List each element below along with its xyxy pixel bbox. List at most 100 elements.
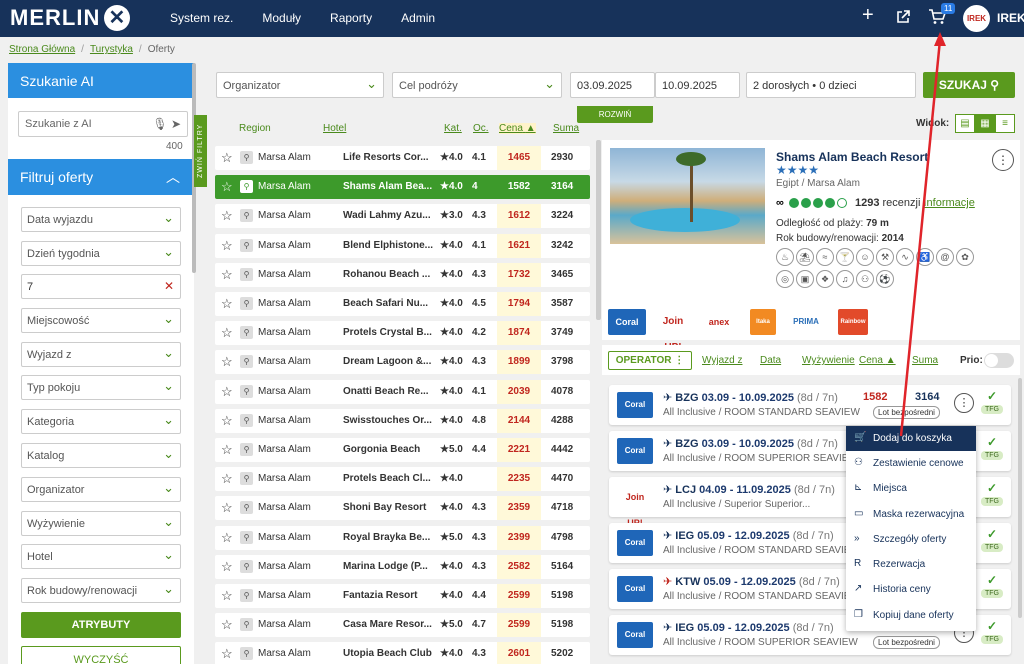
search-icon[interactable]: ⚲ (240, 413, 253, 427)
sort-data[interactable]: Data (760, 355, 781, 366)
filter-rok-budowy[interactable]: Rok budowy/renowacji ⌄ (21, 578, 181, 603)
search-icon[interactable]: ⚲ (240, 559, 253, 573)
offer-more-icon[interactable]: ⋮ (954, 393, 974, 413)
offers-scrollbar[interactable] (1018, 378, 1022, 618)
row-hotel[interactable]: Protels Beach Cl... (343, 473, 435, 484)
row-hotel[interactable]: Protels Crystal B... (343, 327, 435, 338)
external-link-icon[interactable] (895, 9, 911, 29)
operator-logo-joinup[interactable]: Join UP! (654, 309, 692, 353)
nav-raporty[interactable]: Raporty (330, 11, 372, 25)
row-hotel[interactable]: Royal Brayka Be... (343, 532, 435, 543)
row-hotel[interactable]: Blend Elphistone... (343, 240, 435, 251)
ai-search-input[interactable]: Szukanie z AI 🎙 ➤ (18, 111, 188, 137)
row-hotel[interactable]: Marina Lodge (P... (343, 561, 435, 572)
search-icon[interactable]: ⚲ (240, 326, 253, 340)
view-grid-icon[interactable]: ▦ (975, 114, 995, 133)
hotel-row[interactable]: ☆ ⚲ Marsa Alam Beach Safari Nu... ★4.0 4.5 179… (215, 292, 590, 316)
menu-copy-offer[interactable]: ❐ Kopiuj dane oferty (846, 603, 976, 628)
menu-price-summary[interactable]: ⚇ Zestawienie cenowe (846, 451, 976, 476)
col-region[interactable]: Region (239, 123, 271, 134)
nav-system-rez[interactable]: System rez. (170, 11, 233, 25)
row-hotel[interactable]: Utopia Beach Club (343, 648, 435, 659)
favorite-star-icon[interactable]: ☆ (221, 471, 233, 487)
hotel-row[interactable]: ☆ ⚲ Marsa Alam Rohanou Beach ... ★4.0 4.3 1732… (215, 262, 590, 287)
expand-button[interactable]: ROZWIŃ (577, 106, 653, 123)
favorite-star-icon[interactable]: ☆ (221, 617, 233, 633)
operator-filter-button[interactable]: OPERATOR ⋮ (608, 351, 692, 370)
clear-filters-button[interactable]: WYCZYŚĆ (21, 646, 181, 664)
date-from-input[interactable]: 03.09.2025 (570, 72, 655, 98)
row-hotel[interactable]: Shoni Bay Resort (343, 502, 435, 513)
hotel-row[interactable]: ☆ ⚲ Marsa Alam Shams Alam Bea... ★4.0 4 1582 31… (215, 175, 590, 200)
hotel-row[interactable]: ☆ ⚲ Marsa Alam Wadi Lahmy Azu... ★3.0 4.3 1612… (215, 204, 590, 229)
menu-reservation[interactable]: R Rezerwacja (846, 552, 976, 577)
chevron-up-icon[interactable]: ︿ (166, 167, 180, 187)
organizer-select[interactable]: Organizator ⌄ (216, 72, 384, 98)
col-hotel[interactable]: Hotel (323, 123, 346, 134)
hotel-row[interactable]: ☆ ⚲ Marsa Alam Life Resorts Cor... ★4.0 4.1 14… (215, 146, 590, 170)
row-hotel[interactable]: Life Resorts Cor... (343, 152, 435, 163)
hotel-row[interactable]: ☆ ⚲ Marsa Alam Royal Brayka Be... ★5.0 4.3 239… (215, 525, 590, 550)
favorite-star-icon[interactable]: ☆ (221, 559, 233, 575)
clear-icon[interactable]: ✕ (164, 279, 174, 293)
row-hotel[interactable]: Swisstouches Or... (343, 415, 435, 426)
hotel-row[interactable]: ☆ ⚲ Marsa Alam Protels Crystal B... ★4.0 4.2 1… (215, 321, 590, 346)
hotel-row[interactable]: ☆ ⚲ Marsa Alam Dream Lagoon &... ★4.0 4.3 1899… (215, 350, 590, 375)
operator-logo-rainbow[interactable]: Rainbow (838, 309, 868, 335)
info-link[interactable]: Informacje (923, 197, 974, 209)
search-button[interactable]: SZUKAJ ⚲ (923, 72, 1015, 98)
send-icon[interactable]: ➤ (171, 117, 181, 131)
search-icon[interactable]: ⚲ (240, 209, 253, 223)
favorite-star-icon[interactable]: ☆ (221, 296, 233, 312)
filter-katalog[interactable]: Katalog ⌄ (21, 443, 181, 468)
col-kat[interactable]: Kat. (444, 123, 462, 134)
filter-header[interactable]: Filtruj oferty ︿ (8, 159, 194, 195)
search-icon[interactable]: ⚲ (240, 267, 253, 281)
breadcrumb-turystyka[interactable]: Turystyka (90, 44, 133, 55)
operator-logo-prima[interactable]: PRIMA (786, 309, 826, 335)
row-hotel[interactable]: Dream Lagoon &... (343, 356, 435, 367)
search-icon[interactable]: ⚲ (240, 443, 253, 456)
menu-booking-mask[interactable]: ▭ Maska rezerwacyjna (846, 502, 976, 527)
hotel-row[interactable]: ☆ ⚲ Marsa Alam Casa Mare Resor... ★5.0 4.7 259… (215, 613, 590, 638)
favorite-star-icon[interactable]: ☆ (221, 500, 233, 516)
favorite-star-icon[interactable]: ☆ (221, 325, 233, 341)
favorite-star-icon[interactable]: ☆ (221, 354, 233, 370)
row-hotel[interactable]: Shams Alam Bea... (343, 181, 435, 192)
filter-wyzywienie[interactable]: Wyżywienie ⌄ (21, 511, 181, 536)
view-compact-icon[interactable]: ≡ (995, 114, 1015, 133)
row-hotel[interactable]: Fantazia Resort (343, 590, 435, 601)
view-list-icon[interactable]: ▤ (955, 114, 975, 133)
menu-add-to-cart[interactable]: 🛒 Dodaj do koszyka (846, 426, 976, 451)
sort-wyjazd[interactable]: Wyjazd z (702, 355, 742, 366)
search-icon[interactable]: ⚲ (240, 530, 253, 544)
favorite-star-icon[interactable]: ☆ (221, 413, 233, 429)
row-hotel[interactable]: Wadi Lahmy Azu... (343, 210, 435, 221)
favorite-star-icon[interactable]: ☆ (221, 646, 233, 662)
sort-cena[interactable]: Cena ▲ (859, 355, 896, 366)
collapse-filters-button[interactable]: ZWIŃ FILTRY (194, 115, 207, 187)
hotel-row[interactable]: ☆ ⚲ Marsa Alam Shoni Bay Resort ★4.0 4.3 2359 4… (215, 496, 590, 521)
row-hotel[interactable]: Casa Mare Resor... (343, 619, 435, 630)
hotel-row[interactable]: ☆ ⚲ Marsa Alam Blend Elphistone... ★4.0 4.1 16… (215, 233, 590, 258)
row-hotel[interactable]: Rohanou Beach ... (343, 269, 435, 280)
row-hotel[interactable]: Beach Safari Nu... (343, 298, 435, 309)
filter-dzien-tygodnia[interactable]: Dzień tygodnia ⌄ (21, 241, 181, 266)
plus-icon[interactable]: + (862, 5, 874, 25)
menu-offer-details[interactable]: » Szczegóły oferty (846, 527, 976, 552)
row-hotel[interactable]: Gorgonia Beach (343, 444, 435, 455)
date-to-input[interactable]: 10.09.2025 (655, 72, 740, 98)
operator-logo-itaka[interactable]: Itaka (750, 309, 776, 335)
hotel-row[interactable]: ☆ ⚲ Marsa Alam Protels Beach Cl... ★4.0 2235 4… (215, 467, 590, 492)
filter-data-wyjazdu[interactable]: Data wyjazdu ⌄ (21, 207, 181, 232)
hotel-row[interactable]: ☆ ⚲ Marsa Alam Onatti Beach Re... ★4.0 4.1 203… (215, 379, 590, 404)
favorite-star-icon[interactable]: ☆ (221, 179, 233, 195)
avatar[interactable]: IREK (963, 5, 990, 32)
user-name[interactable]: IREK (997, 11, 1024, 25)
menu-price-history[interactable]: ↗ Historia ceny (846, 577, 976, 602)
favorite-star-icon[interactable]: ☆ (221, 267, 233, 283)
offer-row[interactable]: Coral ✈ BZG 03.09 - 10.09.2025 (8d / 7n) A… (609, 385, 1011, 425)
more-options-icon[interactable]: ⋮ (992, 149, 1014, 171)
filter-organizator[interactable]: Organizator ⌄ (21, 477, 181, 502)
breadcrumb-home[interactable]: Strona Główna (9, 44, 75, 55)
